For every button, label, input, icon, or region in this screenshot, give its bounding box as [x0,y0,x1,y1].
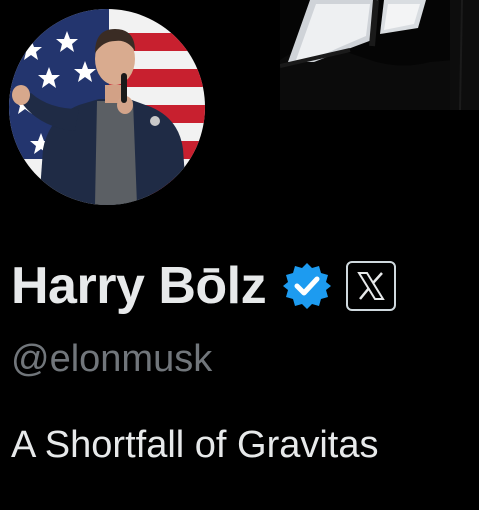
verified-badge-icon[interactable] [282,261,332,311]
user-handle: @elonmusk [11,338,213,380]
display-name: Harry Bōlz [11,257,267,315]
profile-avatar[interactable] [9,9,205,205]
banner-image[interactable] [280,0,479,110]
x-logo-icon[interactable] [346,261,397,311]
display-name-row: Harry Bōlz [11,252,397,320]
profile-bio: A Shortfall of Gravitas [11,424,379,466]
avatar-photo-icon [9,9,205,205]
